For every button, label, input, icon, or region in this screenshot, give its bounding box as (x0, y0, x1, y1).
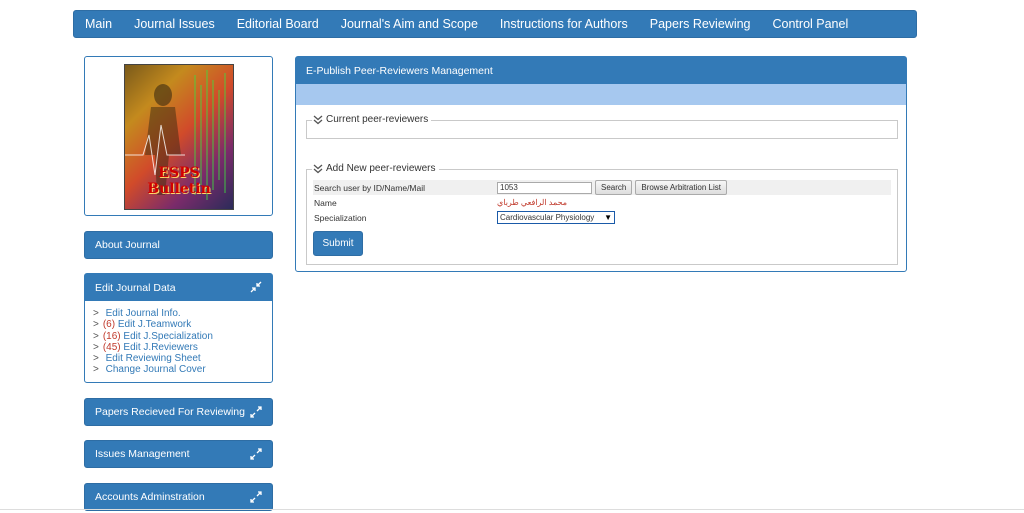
specialization-value: Cardiovascular Physiology (500, 213, 595, 222)
edit-teamwork-link[interactable]: > (6) Edit J.Teamwork (93, 319, 272, 330)
nav-main[interactable]: Main (74, 17, 123, 31)
edit-journal-links: > Edit Journal Info. > (6) Edit J.Teamwor… (93, 308, 272, 376)
journal-cover-box: ESPS Bulletin (84, 56, 273, 216)
issues-management-button[interactable]: Issues Management (84, 440, 273, 468)
edit-journal-panel: Edit Journal Data > Edit Journal Info. >… (84, 273, 273, 383)
top-navbar: Main Journal Issues Editorial Board Jour… (73, 10, 917, 38)
edit-journal-info-link[interactable]: > Edit Journal Info. (93, 308, 272, 319)
collapse-icon[interactable] (250, 281, 262, 293)
cover-title: ESPS Bulletin (147, 165, 211, 197)
current-reviewers-label: Current peer-reviewers (326, 114, 429, 125)
about-journal-label: About Journal (95, 239, 160, 251)
add-reviewers-legend[interactable]: Add New peer-reviewers (312, 163, 439, 174)
search-input[interactable]: 1053 (497, 181, 592, 194)
specialization-row: Specialization Cardiovascular Physiology… (313, 210, 615, 225)
double-chevron-down-icon (313, 164, 323, 173)
edit-reviewing-sheet-link[interactable]: > Edit Reviewing Sheet (93, 353, 272, 364)
papers-received-button[interactable]: Papers Recieved For Reviewing (84, 398, 273, 426)
nav-control-panel[interactable]: Control Panel (762, 17, 860, 31)
dropdown-arrow-icon: ▼ (604, 213, 612, 222)
nav-papers-reviewing[interactable]: Papers Reviewing (639, 17, 762, 31)
edit-specialization-link[interactable]: > (16) Edit J.Specialization (93, 331, 272, 342)
peer-reviewers-panel: E-Publish Peer-Reviewers Management Curr… (295, 56, 907, 272)
add-reviewers-label: Add New peer-reviewers (326, 163, 436, 174)
name-value: محمد الرافعي طرباي (497, 198, 568, 207)
submit-button[interactable]: Submit (313, 231, 363, 256)
name-row: Name محمد الرافعي طرباي (313, 195, 567, 210)
search-button[interactable]: Search (595, 180, 633, 195)
papers-received-label: Papers Recieved For Reviewing (95, 406, 245, 418)
accounts-admin-label: Accounts Adminstration (95, 491, 205, 503)
about-journal-button[interactable]: About Journal (84, 231, 273, 259)
journal-cover-image: ESPS Bulletin (124, 64, 234, 210)
change-cover-link[interactable]: > Change Journal Cover (93, 364, 272, 375)
search-label: Search user by ID/Name/Mail (314, 182, 426, 193)
expand-icon[interactable] (250, 491, 262, 503)
panel-band (296, 84, 906, 105)
panel-title: E-Publish Peer-Reviewers Management (306, 64, 493, 77)
nav-aim-scope[interactable]: Journal's Aim and Scope (330, 17, 489, 31)
panel-header: E-Publish Peer-Reviewers Management (296, 57, 906, 84)
edit-journal-title: Edit Journal Data (95, 281, 176, 294)
issues-management-label: Issues Management (95, 448, 190, 460)
browse-arbitration-button[interactable]: Browse Arbitration List (635, 180, 727, 195)
nav-editorial-board[interactable]: Editorial Board (226, 17, 330, 31)
edit-journal-header[interactable]: Edit Journal Data (85, 274, 272, 301)
double-chevron-down-icon (313, 115, 323, 124)
search-row: Search user by ID/Name/Mail 1053 Search … (313, 180, 891, 195)
accounts-admin-button[interactable]: Accounts Adminstration (84, 483, 273, 511)
expand-icon[interactable] (250, 406, 262, 418)
nav-instructions-authors[interactable]: Instructions for Authors (489, 17, 639, 31)
nav-journal-issues[interactable]: Journal Issues (123, 17, 226, 31)
specialization-label: Specialization (314, 212, 367, 223)
name-label: Name (314, 197, 337, 208)
add-reviewers-fieldset: Add New peer-reviewers Search user by ID… (306, 163, 898, 265)
expand-icon[interactable] (250, 448, 262, 460)
edit-reviewers-link[interactable]: > (45) Edit J.Reviewers (93, 342, 272, 353)
page-bottom-divider (0, 509, 1024, 510)
current-reviewers-fieldset: Current peer-reviewers (306, 114, 898, 139)
current-reviewers-legend[interactable]: Current peer-reviewers (312, 114, 432, 125)
specialization-select[interactable]: Cardiovascular Physiology ▼ (497, 211, 615, 224)
